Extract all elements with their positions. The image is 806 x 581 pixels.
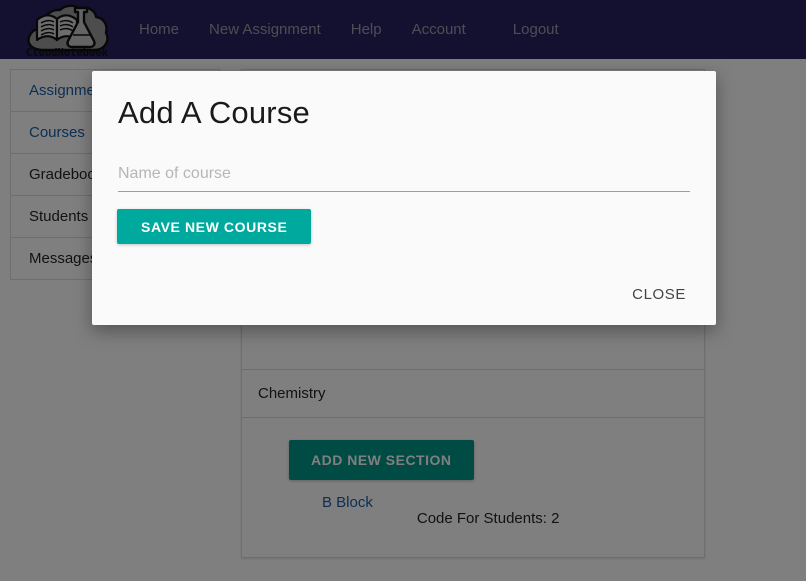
modal-title: Add A Course [118, 95, 310, 130]
add-course-modal: Add A Course SAVE NEW COURSE CLOSE [92, 71, 716, 325]
page-root: CloudNotebook Home New Assignment Help A… [0, 0, 806, 581]
save-new-course-button[interactable]: SAVE NEW COURSE [117, 209, 312, 244]
course-name-input[interactable] [118, 156, 690, 192]
close-modal-button[interactable]: CLOSE [622, 278, 696, 311]
